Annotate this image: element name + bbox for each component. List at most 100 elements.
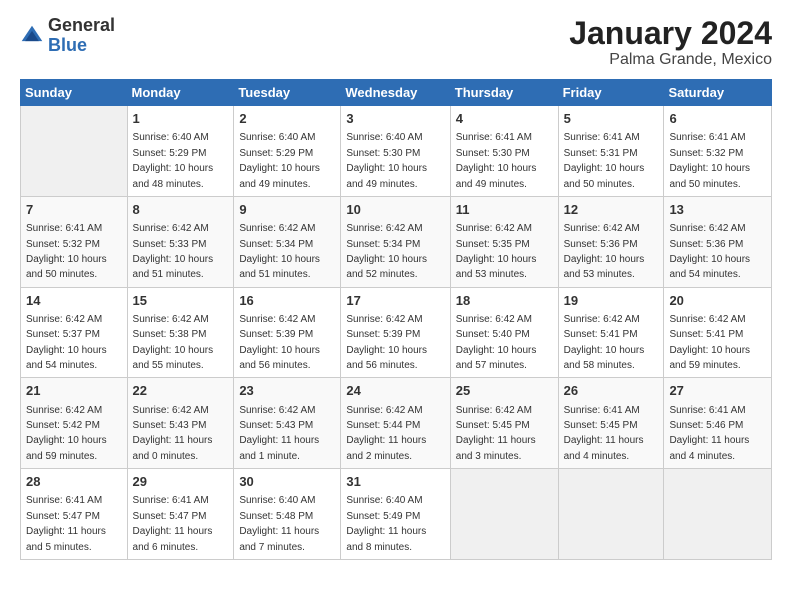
day-info: Sunrise: 6:42 AM Sunset: 5:38 PM Dayligh… bbox=[133, 314, 214, 371]
day-number: 25 bbox=[456, 382, 553, 400]
page: General Blue January 2024 Palma Grande, … bbox=[0, 0, 792, 612]
calendar-week-row: 21 Sunrise: 6:42 AM Sunset: 5:42 PM Dayli… bbox=[21, 378, 772, 469]
day-number: 29 bbox=[133, 473, 229, 491]
day-number: 22 bbox=[133, 382, 229, 400]
day-info: Sunrise: 6:42 AM Sunset: 5:39 PM Dayligh… bbox=[346, 314, 427, 371]
day-number: 16 bbox=[239, 292, 335, 310]
table-row: 10 Sunrise: 6:42 AM Sunset: 5:34 PM Dayli… bbox=[341, 196, 450, 287]
day-number: 12 bbox=[564, 201, 659, 219]
day-info: Sunrise: 6:41 AM Sunset: 5:47 PM Dayligh… bbox=[26, 495, 106, 552]
table-row: 23Sunrise: 6:42 AM Sunset: 5:43 PM Dayli… bbox=[234, 378, 341, 469]
day-info: Sunrise: 6:41 AM Sunset: 5:45 PM Dayligh… bbox=[564, 405, 644, 462]
day-number: 2 bbox=[239, 110, 335, 128]
day-number: 24 bbox=[346, 382, 444, 400]
day-number: 26 bbox=[564, 382, 659, 400]
calendar-week-row: 1 Sunrise: 6:40 AM Sunset: 5:29 PM Daylig… bbox=[21, 106, 772, 197]
location: Palma Grande, Mexico bbox=[569, 51, 772, 69]
title-block: January 2024 Palma Grande, Mexico bbox=[569, 16, 772, 69]
day-info: Sunrise: 6:40 AM Sunset: 5:29 PM Dayligh… bbox=[133, 132, 214, 189]
day-info: Sunrise: 6:41 AM Sunset: 5:30 PM Dayligh… bbox=[456, 132, 537, 189]
table-row: 21 Sunrise: 6:42 AM Sunset: 5:42 PM Dayli… bbox=[21, 378, 128, 469]
day-info: Sunrise: 6:42 AM Sunset: 5:34 PM Dayligh… bbox=[239, 223, 320, 280]
table-row: 3Sunrise: 6:40 AM Sunset: 5:30 PM Daylig… bbox=[341, 106, 450, 197]
day-number: 17 bbox=[346, 292, 444, 310]
table-row: 17 Sunrise: 6:42 AM Sunset: 5:39 PM Dayli… bbox=[341, 287, 450, 378]
col-saturday: Saturday bbox=[664, 80, 772, 106]
table-row: 5 Sunrise: 6:41 AM Sunset: 5:31 PM Daylig… bbox=[558, 106, 664, 197]
day-info: Sunrise: 6:42 AM Sunset: 5:37 PM Dayligh… bbox=[26, 314, 107, 371]
generalblue-icon bbox=[20, 24, 44, 48]
day-number: 7 bbox=[26, 201, 122, 219]
calendar-table: Sunday Monday Tuesday Wednesday Thursday… bbox=[20, 79, 772, 560]
table-row: 15 Sunrise: 6:42 AM Sunset: 5:38 PM Dayli… bbox=[127, 287, 234, 378]
day-info: Sunrise: 6:42 AM Sunset: 5:43 PM Dayligh… bbox=[133, 405, 213, 462]
day-info: Sunrise: 6:42 AM Sunset: 5:45 PM Dayligh… bbox=[456, 405, 536, 462]
table-row: 19 Sunrise: 6:42 AM Sunset: 5:41 PM Dayli… bbox=[558, 287, 664, 378]
day-number: 23 bbox=[239, 382, 335, 400]
col-sunday: Sunday bbox=[21, 80, 128, 106]
col-wednesday: Wednesday bbox=[341, 80, 450, 106]
day-info: Sunrise: 6:42 AM Sunset: 5:44 PM Dayligh… bbox=[346, 405, 426, 462]
table-row: 13Sunrise: 6:42 AM Sunset: 5:36 PM Dayli… bbox=[664, 196, 772, 287]
table-row: 20Sunrise: 6:42 AM Sunset: 5:41 PM Dayli… bbox=[664, 287, 772, 378]
table-row bbox=[558, 469, 664, 560]
day-number: 30 bbox=[239, 473, 335, 491]
day-info: Sunrise: 6:42 AM Sunset: 5:39 PM Dayligh… bbox=[239, 314, 320, 371]
col-thursday: Thursday bbox=[450, 80, 558, 106]
table-row: 27 Sunrise: 6:41 AM Sunset: 5:46 PM Dayli… bbox=[664, 378, 772, 469]
calendar-week-row: 7 Sunrise: 6:41 AM Sunset: 5:32 PM Daylig… bbox=[21, 196, 772, 287]
table-row: 1 Sunrise: 6:40 AM Sunset: 5:29 PM Daylig… bbox=[127, 106, 234, 197]
day-number: 31 bbox=[346, 473, 444, 491]
table-row: 8Sunrise: 6:42 AM Sunset: 5:33 PM Daylig… bbox=[127, 196, 234, 287]
day-number: 21 bbox=[26, 382, 122, 400]
table-row: 30Sunrise: 6:40 AM Sunset: 5:48 PM Dayli… bbox=[234, 469, 341, 560]
day-number: 27 bbox=[669, 382, 766, 400]
calendar-week-row: 14Sunrise: 6:42 AM Sunset: 5:37 PM Dayli… bbox=[21, 287, 772, 378]
table-row: 24 Sunrise: 6:42 AM Sunset: 5:44 PM Dayli… bbox=[341, 378, 450, 469]
day-number: 15 bbox=[133, 292, 229, 310]
col-monday: Monday bbox=[127, 80, 234, 106]
table-row: 18 Sunrise: 6:42 AM Sunset: 5:40 PM Dayli… bbox=[450, 287, 558, 378]
table-row: 7 Sunrise: 6:41 AM Sunset: 5:32 PM Daylig… bbox=[21, 196, 128, 287]
table-row: 4 Sunrise: 6:41 AM Sunset: 5:30 PM Daylig… bbox=[450, 106, 558, 197]
day-info: Sunrise: 6:41 AM Sunset: 5:31 PM Dayligh… bbox=[564, 132, 645, 189]
day-info: Sunrise: 6:42 AM Sunset: 5:41 PM Dayligh… bbox=[669, 314, 750, 371]
day-info: Sunrise: 6:41 AM Sunset: 5:32 PM Dayligh… bbox=[26, 223, 107, 280]
table-row: 31 Sunrise: 6:40 AM Sunset: 5:49 PM Dayli… bbox=[341, 469, 450, 560]
day-info: Sunrise: 6:41 AM Sunset: 5:46 PM Dayligh… bbox=[669, 405, 749, 462]
table-row: 29Sunrise: 6:41 AM Sunset: 5:47 PM Dayli… bbox=[127, 469, 234, 560]
day-number: 18 bbox=[456, 292, 553, 310]
day-info: Sunrise: 6:42 AM Sunset: 5:42 PM Dayligh… bbox=[26, 405, 107, 462]
day-info: Sunrise: 6:42 AM Sunset: 5:35 PM Dayligh… bbox=[456, 223, 537, 280]
calendar-week-row: 28 Sunrise: 6:41 AM Sunset: 5:47 PM Dayli… bbox=[21, 469, 772, 560]
day-number: 5 bbox=[564, 110, 659, 128]
table-row bbox=[21, 106, 128, 197]
col-tuesday: Tuesday bbox=[234, 80, 341, 106]
day-number: 9 bbox=[239, 201, 335, 219]
day-info: Sunrise: 6:42 AM Sunset: 5:34 PM Dayligh… bbox=[346, 223, 427, 280]
day-info: Sunrise: 6:42 AM Sunset: 5:33 PM Dayligh… bbox=[133, 223, 214, 280]
month-title: January 2024 bbox=[569, 16, 772, 51]
table-row: 14Sunrise: 6:42 AM Sunset: 5:37 PM Dayli… bbox=[21, 287, 128, 378]
day-number: 28 bbox=[26, 473, 122, 491]
day-number: 4 bbox=[456, 110, 553, 128]
col-friday: Friday bbox=[558, 80, 664, 106]
logo-general-text: General bbox=[48, 15, 115, 35]
table-row: 11Sunrise: 6:42 AM Sunset: 5:35 PM Dayli… bbox=[450, 196, 558, 287]
table-row: 2Sunrise: 6:40 AM Sunset: 5:29 PM Daylig… bbox=[234, 106, 341, 197]
day-number: 1 bbox=[133, 110, 229, 128]
table-row: 25 Sunrise: 6:42 AM Sunset: 5:45 PM Dayli… bbox=[450, 378, 558, 469]
table-row: 9 Sunrise: 6:42 AM Sunset: 5:34 PM Daylig… bbox=[234, 196, 341, 287]
day-info: Sunrise: 6:42 AM Sunset: 5:40 PM Dayligh… bbox=[456, 314, 537, 371]
day-info: Sunrise: 6:40 AM Sunset: 5:49 PM Dayligh… bbox=[346, 495, 426, 552]
table-row bbox=[450, 469, 558, 560]
header: General Blue January 2024 Palma Grande, … bbox=[20, 16, 772, 69]
day-number: 10 bbox=[346, 201, 444, 219]
table-row: 28 Sunrise: 6:41 AM Sunset: 5:47 PM Dayli… bbox=[21, 469, 128, 560]
day-number: 13 bbox=[669, 201, 766, 219]
day-info: Sunrise: 6:40 AM Sunset: 5:30 PM Dayligh… bbox=[346, 132, 427, 189]
day-info: Sunrise: 6:42 AM Sunset: 5:41 PM Dayligh… bbox=[564, 314, 645, 371]
day-number: 19 bbox=[564, 292, 659, 310]
day-number: 6 bbox=[669, 110, 766, 128]
day-info: Sunrise: 6:42 AM Sunset: 5:36 PM Dayligh… bbox=[564, 223, 645, 280]
